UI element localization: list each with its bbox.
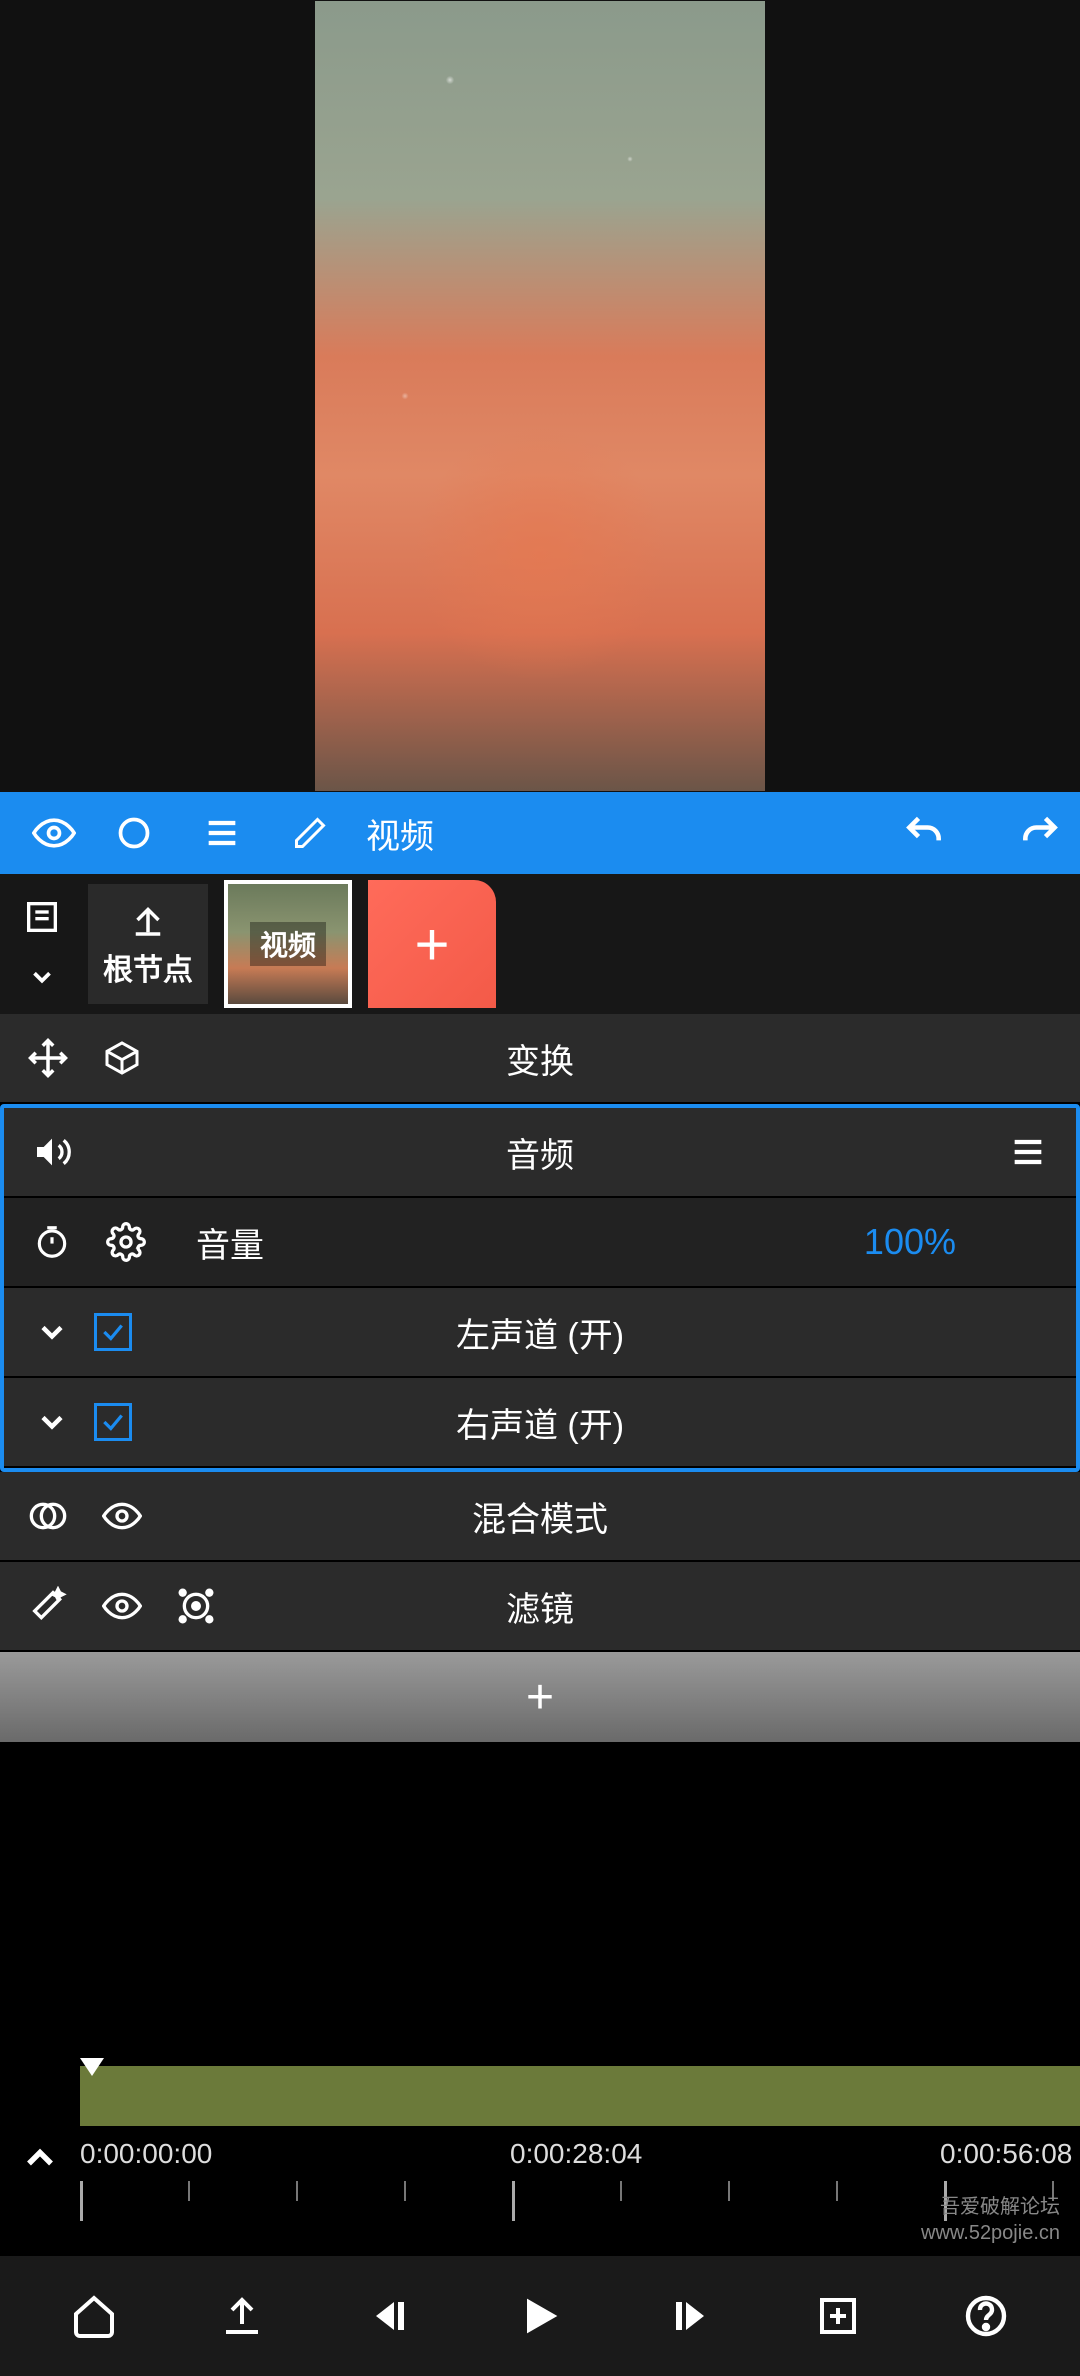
add-keyframe-icon[interactable] — [814, 2292, 862, 2340]
right-channel-checkbox[interactable] — [94, 1403, 132, 1441]
audio-panel-group: 音频 音量 100% 左声道 (开) 右声道 (开) — [0, 1104, 1080, 1472]
watermark-line2: www.52pojie.cn — [921, 2220, 1060, 2246]
step-back-icon[interactable] — [366, 2292, 414, 2340]
play-icon[interactable] — [514, 2290, 566, 2342]
playhead-icon[interactable] — [80, 2058, 104, 2076]
expand-icon[interactable] — [22, 1302, 82, 1362]
visibility-icon[interactable] — [92, 1486, 152, 1546]
panel-toggle-icon[interactable] — [22, 897, 62, 937]
watermark: 吾爱破解论坛 www.52pojie.cn — [921, 2194, 1060, 2246]
help-icon[interactable] — [962, 2292, 1010, 2340]
volume-row[interactable]: 音量 100% — [4, 1198, 1076, 1288]
right-channel-row[interactable]: 右声道 (开) — [4, 1378, 1076, 1468]
step-forward-icon[interactable] — [666, 2292, 714, 2340]
blend-mode-panel[interactable]: 混合模式 — [0, 1472, 1080, 1562]
editor-toolbar: 视频 — [0, 792, 1080, 874]
add-layer-button[interactable]: + — [368, 880, 496, 1008]
add-effect-button[interactable]: + — [0, 1652, 1080, 1742]
volume-value[interactable]: 100% — [864, 1221, 956, 1263]
visibility-icon[interactable] — [18, 792, 90, 874]
blend-mode-label: 混合模式 — [472, 1492, 608, 1541]
circle-icon[interactable] — [90, 792, 178, 874]
menu-icon[interactable] — [178, 792, 266, 874]
visibility-icon[interactable] — [92, 1576, 152, 1636]
audio-panel-header[interactable]: 音频 — [4, 1108, 1076, 1198]
video-layer-thumb[interactable]: 视频 — [224, 880, 352, 1008]
blend-icon — [18, 1486, 78, 1546]
volume-label: 音量 — [196, 1218, 264, 1267]
cube-icon — [92, 1028, 152, 1088]
root-node-button[interactable]: 根节点 — [88, 884, 208, 1004]
toolbar-title: 视频 — [366, 809, 434, 858]
filter-label: 滤镜 — [506, 1582, 574, 1631]
video-preview-area[interactable] — [0, 0, 1080, 792]
watermark-line1: 吾爱破解论坛 — [921, 2194, 1060, 2220]
audio-menu-icon[interactable] — [998, 1122, 1058, 1182]
undo-icon[interactable] — [902, 811, 946, 855]
collapse-icon[interactable] — [22, 962, 62, 992]
edit-icon[interactable] — [266, 792, 354, 874]
timecode-end: 0:00:56:08 — [940, 2138, 1072, 2170]
home-icon[interactable] — [70, 2292, 118, 2340]
target-icon[interactable] — [166, 1576, 226, 1636]
audio-label: 音频 — [506, 1128, 574, 1177]
left-channel-label: 左声道 (开) — [456, 1308, 624, 1357]
right-channel-label: 右声道 (开) — [456, 1398, 624, 1447]
timeline[interactable]: 0:00:00:00 0:00:28:04 0:00:56:08 — [0, 2066, 1080, 2256]
transport-bar — [0, 2256, 1080, 2376]
video-preview-frame — [315, 1, 765, 791]
video-thumb-label: 视频 — [250, 922, 326, 966]
stopwatch-icon[interactable] — [22, 1212, 82, 1272]
speaker-icon — [22, 1122, 82, 1182]
plus-icon: + — [526, 1670, 554, 1725]
expand-icon[interactable] — [22, 1392, 82, 1452]
plus-icon: + — [414, 910, 449, 979]
filter-panel[interactable]: 滤镜 — [0, 1562, 1080, 1652]
timecode-start: 0:00:00:00 — [80, 2138, 212, 2170]
transform-label: 变换 — [506, 1034, 574, 1083]
redo-icon[interactable] — [1018, 811, 1062, 855]
layer-strip: 根节点 视频 + — [0, 874, 1080, 1014]
timeline-expand-icon[interactable] — [18, 2136, 62, 2180]
move-icon — [18, 1028, 78, 1088]
transform-panel-header[interactable]: 变换 — [0, 1014, 1080, 1104]
export-icon[interactable] — [218, 2292, 266, 2340]
timeline-track[interactable] — [80, 2066, 1080, 2126]
left-channel-row[interactable]: 左声道 (开) — [4, 1288, 1076, 1378]
timecode-mid: 0:00:28:04 — [510, 2138, 642, 2170]
root-node-label: 根节点 — [103, 945, 193, 989]
magic-wand-icon — [18, 1576, 78, 1636]
gear-icon[interactable] — [96, 1212, 156, 1272]
left-channel-checkbox[interactable] — [94, 1313, 132, 1351]
